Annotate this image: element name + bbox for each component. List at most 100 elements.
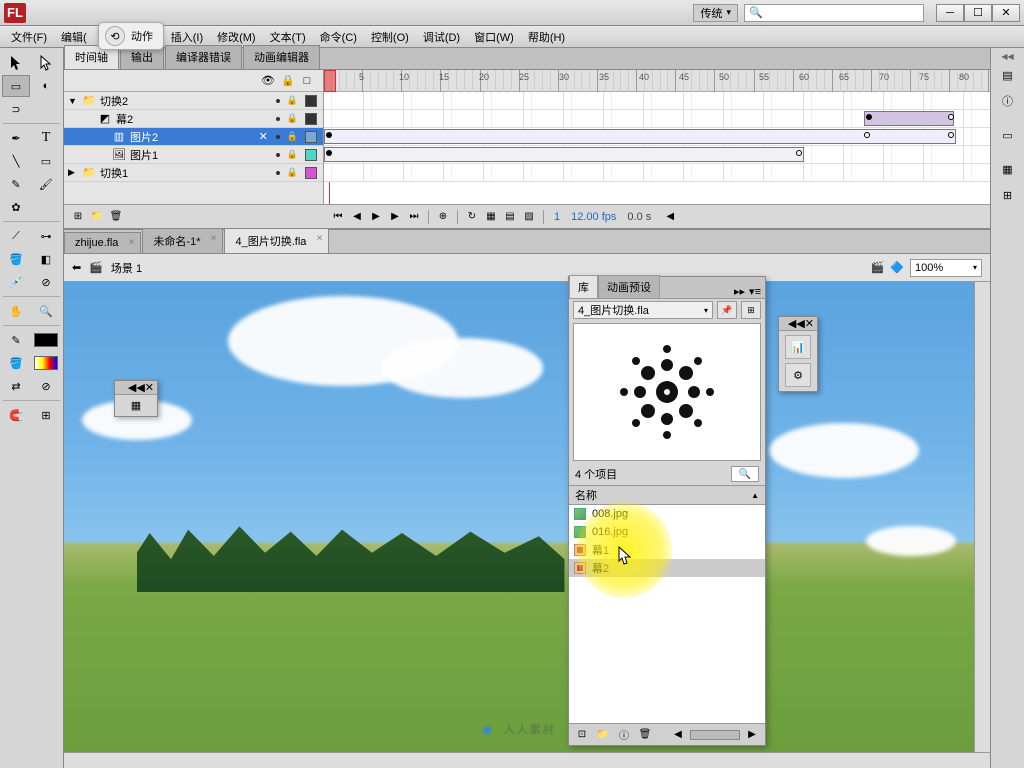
search-input[interactable]: 🔍 bbox=[744, 4, 924, 22]
free-transform-tool[interactable]: ▭ bbox=[2, 75, 30, 97]
close-tab-icon[interactable]: × bbox=[211, 233, 217, 244]
layer-row[interactable]: ◩幕2🔒 bbox=[64, 110, 323, 128]
zoom-tool[interactable]: 🔍 bbox=[32, 300, 60, 322]
menu-control[interactable]: 控制(O) bbox=[364, 26, 416, 48]
maximize-button[interactable]: ☐ bbox=[964, 4, 992, 22]
onion-outline-button[interactable]: ▤ bbox=[502, 209, 518, 225]
deco-tool[interactable]: ✿ bbox=[2, 196, 30, 218]
panel-close-icon[interactable]: ✕ bbox=[145, 381, 154, 394]
lib-scroll-left[interactable]: ◀ bbox=[669, 727, 687, 743]
lib-scroll-right[interactable]: ▶ bbox=[743, 727, 761, 743]
layer-row[interactable]: 🖼图片1🔒 bbox=[64, 146, 323, 164]
edit-multi-button[interactable]: ▨ bbox=[521, 209, 537, 225]
layer-row[interactable]: ▶📁切换1🔒 bbox=[64, 164, 323, 182]
menu-file[interactable]: 文件(F) bbox=[4, 26, 54, 48]
frame-row[interactable] bbox=[324, 128, 990, 146]
frames-column[interactable]: 5101520253035404550556065707580 bbox=[324, 70, 990, 204]
prev-frame-button[interactable]: ◀ bbox=[349, 209, 365, 225]
library-item[interactable]: 008.jpg bbox=[569, 505, 765, 523]
workspace-selector[interactable]: 传统 bbox=[693, 4, 738, 22]
eraser-tool[interactable]: ⊘ bbox=[32, 271, 60, 293]
scene-label[interactable]: 场景 1 bbox=[111, 260, 142, 276]
menu-window[interactable]: 窗口(W) bbox=[467, 26, 521, 48]
visibility-icon[interactable]: 👁 bbox=[261, 74, 273, 87]
library-panel-icon[interactable]: ⓘ bbox=[995, 89, 1021, 113]
snap-tool[interactable]: 🧲 bbox=[2, 404, 30, 426]
swatches-panel-icon[interactable]: ▦ bbox=[995, 157, 1021, 181]
close-button[interactable]: ✕ bbox=[992, 4, 1020, 22]
subselect-tool[interactable] bbox=[32, 52, 60, 74]
new-library-button[interactable]: ⊞ bbox=[741, 301, 761, 319]
bone-tool[interactable]: ⟋ bbox=[2, 225, 30, 247]
line-tool[interactable]: ╲ bbox=[2, 150, 30, 172]
frame-row[interactable] bbox=[324, 146, 990, 164]
library-column-header[interactable]: 名称 ▲ bbox=[569, 485, 765, 505]
bind-tool[interactable]: ⊶ bbox=[32, 225, 60, 247]
stroke-swatch[interactable] bbox=[32, 329, 60, 351]
library-file-selector[interactable]: 4_图片切换.fla▾ bbox=[573, 301, 713, 319]
pencil-tool[interactable]: ✎ bbox=[2, 173, 30, 195]
text-tool[interactable]: T bbox=[32, 127, 60, 149]
library-search[interactable]: 🔍 bbox=[731, 466, 759, 482]
menu-help[interactable]: 帮助(H) bbox=[521, 26, 572, 48]
last-frame-button[interactable]: ⏭ bbox=[406, 209, 422, 225]
menu-command[interactable]: 命令(C) bbox=[313, 26, 364, 48]
selection-tool[interactable] bbox=[2, 52, 30, 74]
no-color[interactable]: ⊘ bbox=[32, 375, 60, 397]
properties-panel-icon[interactable]: ▤ bbox=[995, 63, 1021, 87]
tab-motion-presets[interactable]: 动画预设 bbox=[598, 275, 660, 298]
panel-content-icon[interactable]: ▦ bbox=[131, 399, 141, 412]
doc-tab[interactable]: zhijue.fla× bbox=[64, 232, 141, 253]
library-item[interactable]: 幕1 bbox=[569, 541, 765, 559]
mini-panel[interactable]: ◀◀✕ ▦ bbox=[114, 380, 158, 417]
tab-library[interactable]: 库 bbox=[569, 275, 598, 298]
rectangle-tool[interactable]: ▭ bbox=[32, 150, 60, 172]
fill-swatch[interactable] bbox=[32, 352, 60, 374]
library-item[interactable]: 016.jpg bbox=[569, 523, 765, 541]
playhead[interactable] bbox=[324, 70, 336, 92]
doc-tab[interactable]: 4_图片切换.fla× bbox=[224, 228, 329, 253]
3d-rotation-tool[interactable]: ◐ bbox=[32, 75, 60, 97]
frame-row[interactable] bbox=[324, 110, 990, 128]
lasso-tool[interactable]: ⊃ bbox=[2, 98, 30, 120]
delete-button[interactable]: 🗑 bbox=[636, 727, 654, 743]
doc-tab[interactable]: 未命名-1*× bbox=[142, 228, 223, 253]
vertical-scrollbar[interactable] bbox=[974, 282, 990, 752]
layer-row[interactable]: ▥图片2✕🔒 bbox=[64, 128, 323, 146]
frame-ruler[interactable]: 5101520253035404550556065707580 bbox=[324, 70, 990, 92]
lib-hscroll[interactable] bbox=[690, 730, 740, 740]
align-panel-icon[interactable]: ⊞ bbox=[995, 183, 1021, 207]
zoom-input[interactable]: 100%▾ bbox=[910, 259, 982, 277]
delete-layer-button[interactable]: 🗑 bbox=[108, 209, 124, 225]
color-panel-icon[interactable]: ▭ bbox=[995, 123, 1021, 147]
edit-scene-icon[interactable]: 🎬 bbox=[871, 261, 885, 274]
library-item[interactable]: 幕2 bbox=[569, 559, 765, 577]
swap-colors[interactable]: ⇄ bbox=[2, 375, 30, 397]
sort-icon[interactable]: ▲ bbox=[751, 491, 759, 500]
properties-button[interactable]: ⓘ bbox=[615, 727, 633, 743]
horizontal-scrollbar[interactable] bbox=[64, 752, 990, 768]
new-folder-button[interactable]: 📁 bbox=[89, 209, 105, 225]
side-btn-2[interactable]: ⚙ bbox=[785, 363, 811, 387]
paint-bucket-tool[interactable]: 🪣 bbox=[2, 248, 30, 270]
panel-collapse-icon[interactable]: ◀◀ bbox=[128, 381, 145, 394]
tab-motion-editor[interactable]: 动画编辑器 bbox=[243, 45, 320, 69]
side-close-icon[interactable]: ✕ bbox=[805, 317, 814, 330]
library-list[interactable]: 008.jpg016.jpg幕1幕2 bbox=[569, 505, 765, 723]
lock-icon[interactable]: 🔒 bbox=[281, 74, 293, 87]
back-icon[interactable]: ⬅ bbox=[72, 261, 81, 274]
close-tab-icon[interactable]: × bbox=[317, 233, 323, 244]
stroke-color[interactable]: ✎ bbox=[2, 329, 30, 351]
next-frame-button[interactable]: ▶ bbox=[387, 209, 403, 225]
minimize-button[interactable]: ─ bbox=[936, 4, 964, 22]
tab-compiler-errors[interactable]: 编译器错误 bbox=[165, 45, 242, 69]
frame-row[interactable] bbox=[324, 92, 990, 110]
edit-symbol-icon[interactable]: 🔷 bbox=[890, 261, 904, 274]
pin-library-button[interactable]: 📌 bbox=[717, 301, 737, 319]
lib-collapse-icon[interactable]: ▸▸ bbox=[734, 285, 745, 298]
hand-tool[interactable]: ✋ bbox=[2, 300, 30, 322]
loop-button[interactable]: ↻ bbox=[464, 209, 480, 225]
first-frame-button[interactable]: ⏮ bbox=[330, 209, 346, 225]
stage-area[interactable]: ◉ 人人素材 bbox=[64, 282, 990, 768]
actions-popup[interactable]: ⟲ 动作 bbox=[98, 22, 164, 50]
